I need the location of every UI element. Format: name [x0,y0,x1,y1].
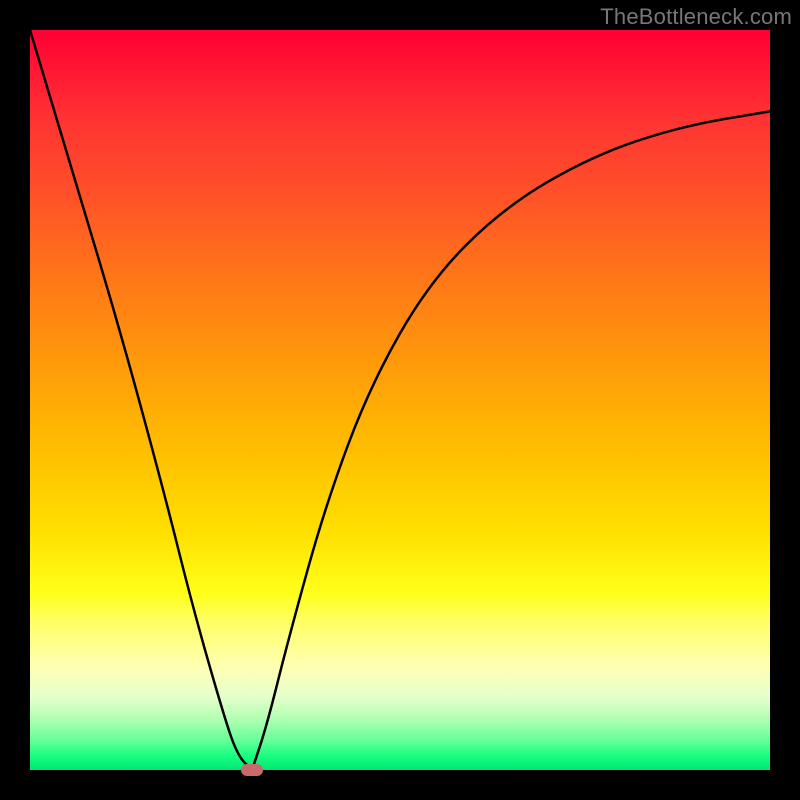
curve-left-branch [30,30,252,770]
plot-area [30,30,770,770]
optimal-marker [241,764,263,776]
curve-right-branch [252,111,770,770]
bottleneck-curve [30,30,770,770]
chart-frame: TheBottleneck.com [0,0,800,800]
attribution-text: TheBottleneck.com [600,4,792,30]
